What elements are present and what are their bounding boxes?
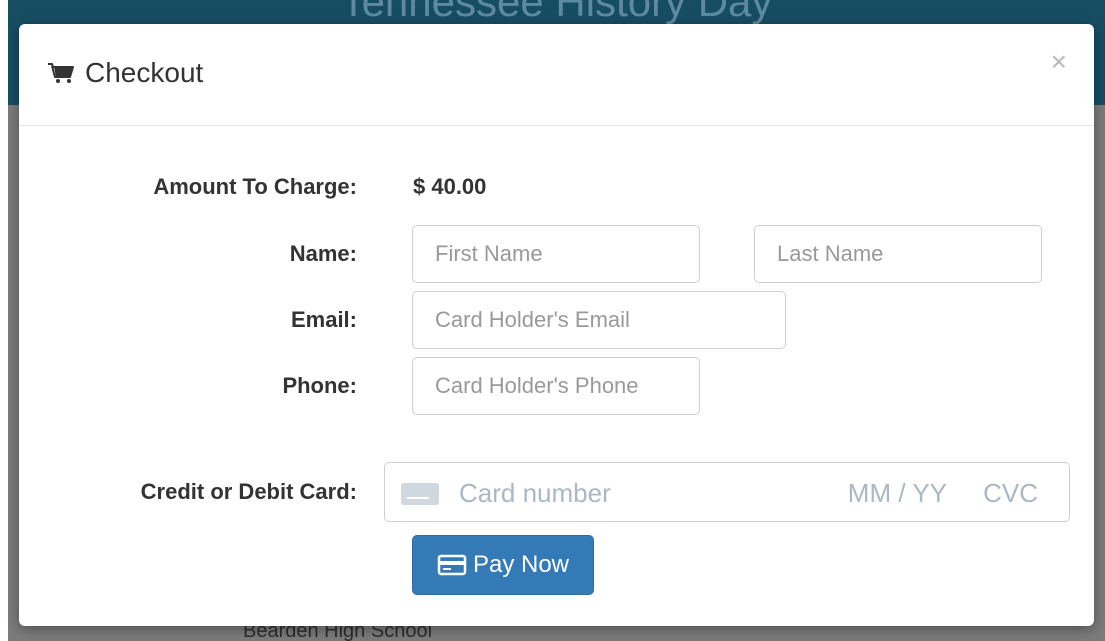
background-header-title: Tennessee History Day bbox=[340, 0, 773, 25]
background-left-strip bbox=[0, 8, 8, 641]
card-number-placeholder: Card number bbox=[459, 478, 611, 508]
last-name-input[interactable]: Last Name bbox=[754, 225, 1042, 283]
email-label: Email: bbox=[290, 307, 357, 332]
card-expiry-placeholder: MM / YY bbox=[847, 478, 947, 508]
pay-now-label: Pay Now bbox=[472, 551, 570, 578]
card-label: Credit or Debit Card: bbox=[140, 479, 357, 504]
modal-title-text: Checkout bbox=[85, 57, 204, 88]
pay-now-button[interactable]: Pay Now bbox=[412, 535, 594, 595]
amount-label: Amount To Charge: bbox=[153, 174, 357, 199]
page: Tennessee History Day Bearden High Schoo… bbox=[0, 0, 1105, 641]
modal-title: Checkout bbox=[47, 57, 203, 89]
card-cvc-placeholder: CVC bbox=[983, 478, 1038, 508]
shopping-cart-icon bbox=[48, 63, 74, 83]
amount-value: $ 40.00 bbox=[413, 174, 487, 199]
phone-label: Phone: bbox=[282, 373, 357, 398]
card-input[interactable]: Card number MM / YY CVC bbox=[384, 462, 1070, 522]
credit-card-icon bbox=[437, 554, 467, 576]
email-input[interactable]: Card Holder's Email bbox=[412, 291, 786, 349]
close-button[interactable]: × bbox=[1051, 48, 1067, 76]
modal-header: Checkout × bbox=[19, 24, 1094, 126]
name-label: Name: bbox=[289, 241, 357, 266]
first-name-input[interactable]: First Name bbox=[412, 225, 700, 283]
checkout-modal: Checkout × Amount To Charge: $ 40.00 Nam… bbox=[19, 24, 1094, 626]
credit-card-placeholder-icon bbox=[401, 483, 439, 505]
phone-input[interactable]: Card Holder's Phone bbox=[412, 357, 700, 415]
